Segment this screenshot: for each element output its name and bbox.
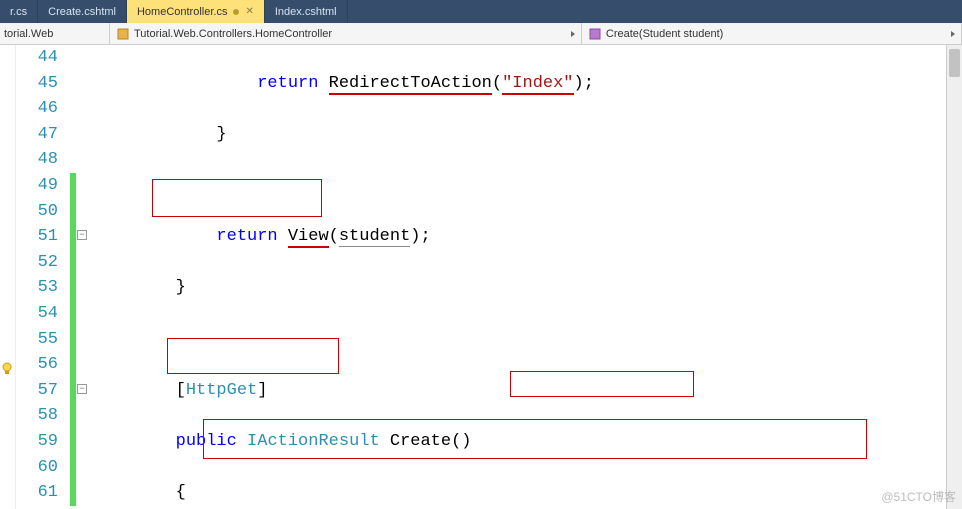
line-number: 48 <box>16 147 58 173</box>
line-number: 47 <box>16 122 58 148</box>
line-number: 46 <box>16 96 58 122</box>
member-dropdown[interactable]: Create(Student student) <box>582 23 962 44</box>
code-editor[interactable]: 44 45 46 47 48 49 50 51 52 53 54 55 56 5… <box>0 45 962 509</box>
lightbulb-icon[interactable] <box>0 359 14 373</box>
project-dropdown[interactable]: torial.Web <box>0 23 110 44</box>
class-label: Tutorial.Web.Controllers.HomeController <box>134 28 332 40</box>
breadcrumb-bar: torial.Web Tutorial.Web.Controllers.Home… <box>0 23 962 45</box>
line-number: 49 <box>16 173 58 199</box>
fold-toggle[interactable]: − <box>77 230 87 240</box>
project-label: torial.Web <box>4 28 53 40</box>
token: RedirectToAction <box>329 74 492 95</box>
token: return <box>257 74 318 93</box>
method-icon <box>588 27 602 41</box>
line-number: 50 <box>16 199 58 225</box>
watermark: @51CTO博客 <box>881 488 956 505</box>
token: IActionResult <box>247 432 380 451</box>
token: HttpGet <box>186 381 257 400</box>
fold-gutter: − − <box>76 45 90 509</box>
line-number: 61 <box>16 480 58 506</box>
chevron-down-icon <box>571 31 575 37</box>
line-number: 60 <box>16 455 58 481</box>
token: Create <box>390 432 451 451</box>
class-dropdown[interactable]: Tutorial.Web.Controllers.HomeController <box>110 23 582 44</box>
pin-icon <box>233 9 239 15</box>
tab-home-controller[interactable]: HomeController.cs ✕ <box>127 0 265 23</box>
token: student <box>339 227 410 247</box>
indicator-margin <box>0 45 16 509</box>
token: "Index" <box>502 74 573 95</box>
line-number: 59 <box>16 429 58 455</box>
line-number: 51 <box>16 224 58 250</box>
scrollbar-thumb[interactable] <box>949 49 960 77</box>
token: View <box>288 227 329 248</box>
fold-toggle[interactable]: − <box>77 384 87 394</box>
tab-index-cshtml[interactable]: Index.cshtml <box>265 0 348 23</box>
line-number: 52 <box>16 250 58 276</box>
line-number: 44 <box>16 45 58 71</box>
line-number: 54 <box>16 301 58 327</box>
line-number: 53 <box>16 275 58 301</box>
tab-bar: r.cs Create.cshtml HomeController.cs ✕ I… <box>0 0 962 23</box>
token: return <box>216 227 277 246</box>
code-area[interactable]: return RedirectToAction("Index"); } retu… <box>90 45 962 509</box>
member-label: Create(Student student) <box>606 28 723 40</box>
tab-label: r.cs <box>10 6 27 18</box>
tab-label: Index.cshtml <box>275 6 337 18</box>
close-icon[interactable]: ✕ <box>245 6 253 17</box>
tab-r-cs[interactable]: r.cs <box>0 0 38 23</box>
line-number: 58 <box>16 403 58 429</box>
vertical-scrollbar[interactable] <box>946 45 962 509</box>
token: public <box>176 432 237 451</box>
line-number: 55 <box>16 327 58 353</box>
chevron-down-icon <box>951 31 955 37</box>
line-number-gutter: 44 45 46 47 48 49 50 51 52 53 54 55 56 5… <box>16 45 70 509</box>
line-number: 57 <box>16 378 58 404</box>
line-number: 56 <box>16 352 58 378</box>
class-icon <box>116 27 130 41</box>
tab-create-cshtml[interactable]: Create.cshtml <box>38 0 127 23</box>
tab-label: Create.cshtml <box>48 6 116 18</box>
line-number: 45 <box>16 71 58 97</box>
tab-label: HomeController.cs <box>137 6 227 18</box>
